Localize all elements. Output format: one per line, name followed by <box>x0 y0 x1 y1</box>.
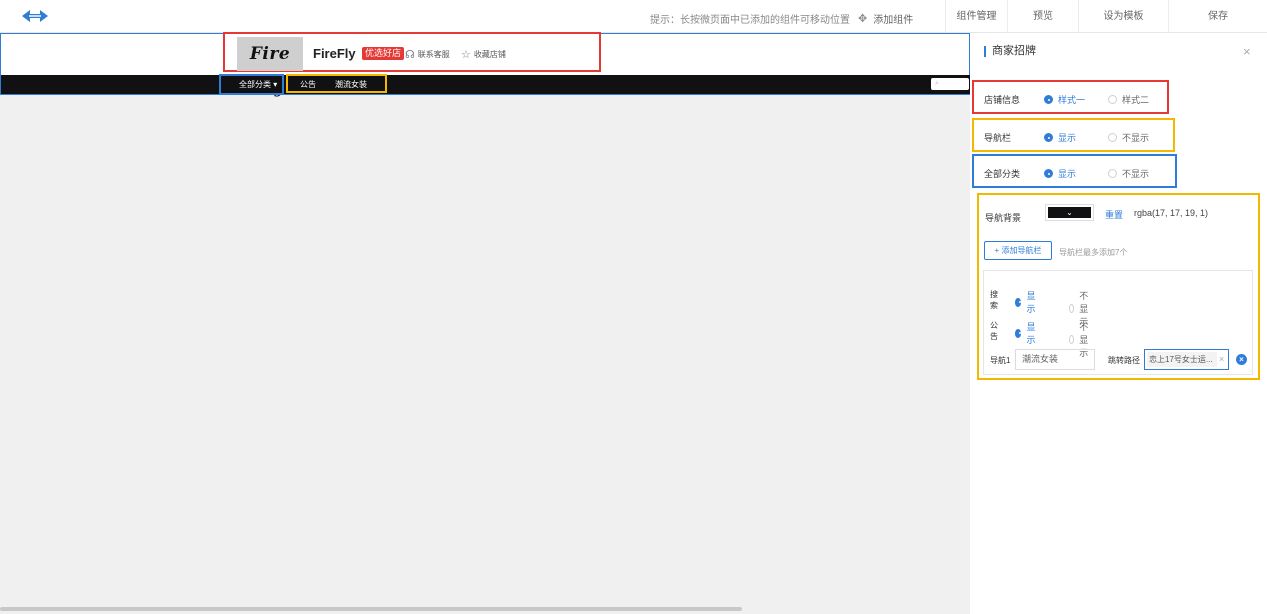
radio-selected-icon <box>1044 133 1053 142</box>
nav-background-label: 导航背景 <box>985 213 1022 223</box>
radio-label: 不显示 <box>1122 169 1150 179</box>
radio-unselected-icon <box>1069 304 1075 313</box>
contact-service-label: 联系客服 <box>417 50 450 59</box>
radio-label: 不显示 <box>1122 133 1150 143</box>
radio-unselected-icon <box>1069 335 1075 344</box>
jump-path-label: 跳转路径 <box>1108 356 1140 365</box>
radio-selected-icon <box>1015 328 1022 338</box>
radio-label: 显示 <box>1026 291 1036 314</box>
store-info-label: 店铺信息 <box>984 95 1021 105</box>
app-logo-icon[interactable] <box>20 8 50 24</box>
top-actions: 组件管理 预览 设为模板 保存 <box>945 0 1267 33</box>
store-info-option-row: 店铺信息 样式一 样式二 <box>972 80 1169 114</box>
radio-unselected-icon <box>1108 95 1117 104</box>
clear-icon[interactable]: × <box>1219 350 1224 369</box>
nav1-name-input[interactable]: 潮流女装 <box>1015 349 1095 370</box>
add-navbar-hint: 导航栏最多添加7个 <box>1059 248 1128 257</box>
premium-store-badge: 优选好店 <box>362 47 405 60</box>
nav-item-notice[interactable]: 公告 <box>300 79 316 90</box>
horizontal-scrollbar[interactable] <box>0 607 742 611</box>
preview-button[interactable]: 预览 <box>1007 0 1078 33</box>
search-label: 搜索 <box>990 290 998 310</box>
star-icon: ☆ <box>461 49 471 61</box>
store-style-one-radio[interactable]: 样式一 <box>1044 93 1085 106</box>
radio-label: 显示 <box>1058 169 1077 179</box>
chevron-down-icon: ⌄ <box>1048 207 1091 218</box>
radio-label: 显示 <box>1058 133 1077 143</box>
add-navbar-button[interactable]: + 添加导航栏 <box>984 241 1052 260</box>
top-bar: 提示：长按微页面中已添加的组件可移动位置 ✥ 添加组件 组件管理 预览 设为模板… <box>0 0 1267 33</box>
nav1-label: 导航1 <box>990 356 1011 365</box>
nav-background-section: 导航背景 ⌄ 重置 rgba(17, 17, 19, 1) + 添加导航栏 导航… <box>977 193 1260 380</box>
contact-service-link[interactable]: ☊ 联系客服 <box>405 48 450 61</box>
navbar-show-radio[interactable]: 显示 <box>1044 131 1076 144</box>
add-component-button[interactable]: ✥ 添加组件 <box>858 11 913 26</box>
store-style-two-radio[interactable]: 样式二 <box>1108 93 1149 106</box>
notice-label: 公告 <box>990 321 998 341</box>
category-show-radio[interactable]: 显示 <box>1044 167 1076 180</box>
navbar-hide-radio[interactable]: 不显示 <box>1108 131 1149 144</box>
store-name: FireFly <box>313 46 356 61</box>
color-picker[interactable]: ⌄ <box>1045 204 1094 221</box>
jump-path-value: 恋上17号女士运... <box>1147 352 1217 367</box>
radio-selected-icon <box>1044 95 1053 104</box>
settings-panel: 商家招牌 × 店铺信息 样式一 样式二 导航栏 显示 不显示 全部分类 显示 不… <box>970 33 1267 614</box>
all-category-option-row: 全部分类 显示 不显示 <box>972 154 1177 188</box>
radio-unselected-icon <box>1108 133 1117 142</box>
search-show-radio[interactable]: 显示 <box>1015 289 1038 315</box>
radio-selected-icon <box>1015 297 1022 307</box>
hint-text: 提示：长按微页面中已添加的组件可移动位置 <box>650 15 850 26</box>
favorite-store-label: 收藏店铺 <box>473 50 506 59</box>
close-icon[interactable]: × <box>1243 44 1251 59</box>
rgba-value: rgba(17, 17, 19, 1) <box>1134 208 1209 218</box>
reset-color-link[interactable]: 重置 <box>1105 208 1123 221</box>
nav-items-config: 搜索 显示 不显示 公告 显示 不显示 导航1 潮流女装 跳转路径 恋上17号女… <box>983 270 1253 375</box>
shop-navbar <box>1 75 971 94</box>
all-category-label: 全部分类 <box>984 169 1021 179</box>
panel-title: 商家招牌 <box>984 46 1036 57</box>
add-component-label: 添加组件 <box>873 15 914 26</box>
brand-logo-image: Fire Fly <box>237 37 303 98</box>
set-template-button[interactable]: 设为模板 <box>1078 0 1168 33</box>
favorite-store-link[interactable]: ☆ 收藏店铺 <box>461 48 506 61</box>
radio-label: 样式二 <box>1122 95 1150 105</box>
all-category-dropdown[interactable]: 全部分类 ▾ <box>239 79 277 90</box>
radio-label: 样式一 <box>1058 95 1086 105</box>
radio-unselected-icon <box>1108 169 1117 178</box>
category-hide-radio[interactable]: 不显示 <box>1108 167 1149 180</box>
navbar-label: 导航栏 <box>984 133 1012 143</box>
headset-icon: ☊ <box>405 49 415 61</box>
component-manage-button[interactable]: 组件管理 <box>945 0 1007 33</box>
radio-label: 显示 <box>1026 322 1036 345</box>
navbar-option-row: 导航栏 显示 不显示 <box>972 118 1175 152</box>
notice-show-radio[interactable]: 显示 <box>1015 320 1038 346</box>
components-icon: ✥ <box>858 13 868 25</box>
remove-nav-icon[interactable]: × <box>1236 354 1247 365</box>
save-button[interactable]: 保存 <box>1168 0 1267 33</box>
nav-search-input[interactable]: ⌕ <box>931 78 969 90</box>
jump-path-select[interactable]: 恋上17号女士运... × <box>1144 349 1229 370</box>
radio-selected-icon <box>1044 169 1053 178</box>
shop-sign-component[interactable]: Fire Fly FireFly 优选好店 ☊ 联系客服 ☆ 收藏店铺 全部分类… <box>0 32 971 98</box>
editor-canvas: Fire Fly FireFly 优选好店 ☊ 联系客服 ☆ 收藏店铺 全部分类… <box>0 32 971 614</box>
nav-item-fashion[interactable]: 潮流女装 <box>335 79 367 90</box>
